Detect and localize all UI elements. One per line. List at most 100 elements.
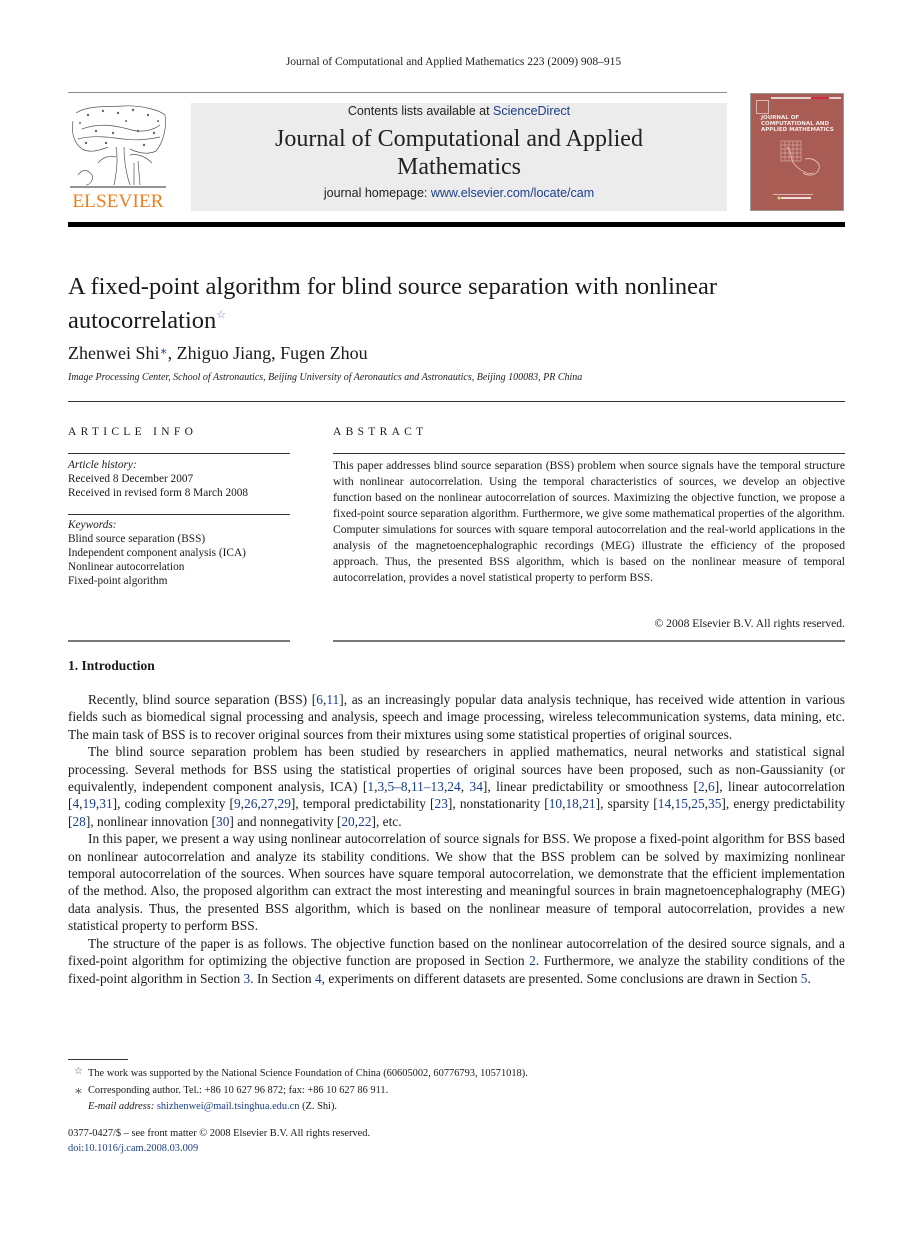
- journal-title: Journal of Computational and Applied Mat…: [191, 125, 727, 181]
- citation-link[interactable]: 2: [529, 953, 536, 968]
- citation-link[interactable]: 30: [216, 814, 229, 829]
- keywords-rule: [68, 514, 290, 515]
- footnotes: ☆ The work was supported by the National…: [68, 1066, 768, 1116]
- article-title-text: A fixed-point algorithm for blind source…: [68, 273, 718, 334]
- paragraph-text: ,: [460, 779, 470, 795]
- elsevier-tree-icon: [70, 105, 166, 188]
- email-suffix: (Z. Shi).: [299, 1101, 338, 1112]
- abstract-bottom-rule: [333, 640, 845, 642]
- introduction-body: Recently, blind source separation (BSS) …: [68, 691, 845, 987]
- footnote-rule: [68, 1059, 128, 1060]
- contents-line: Contents lists available at ScienceDirec…: [191, 104, 727, 118]
- footnote-star-icon: ☆: [74, 1066, 83, 1077]
- article-history: Article history: Received 8 December 200…: [68, 458, 248, 500]
- cover-publisher-icon: [756, 100, 769, 114]
- paragraph-text: Recently, blind source separation (BSS) …: [88, 692, 317, 707]
- citation-link[interactable]: 14: [658, 796, 671, 811]
- cover-top-bar: [771, 97, 841, 99]
- author-name: Zhiguo Jiang: [176, 343, 272, 363]
- journal-title-line-1: Journal of Computational and Applied: [275, 126, 643, 152]
- masthead-bottom-rule: [68, 222, 845, 227]
- cover-title: JOURNAL OF COMPUTATIONAL AND APPLIED MAT…: [761, 115, 834, 133]
- funding-text: The work was supported by the National S…: [88, 1068, 528, 1079]
- sciencedirect-link[interactable]: ScienceDirect: [493, 104, 570, 118]
- article-history-heading: Article history:: [68, 459, 137, 471]
- homepage-prefix: journal homepage:: [323, 186, 431, 200]
- title-footnote-star-icon[interactable]: ☆: [216, 309, 226, 321]
- journal-title-line-2: Mathematics: [397, 154, 521, 180]
- citation-link[interactable]: 6: [316, 692, 323, 707]
- email-footnote: E-mail address: shizhenwei@mail.tsinghua…: [68, 1099, 768, 1116]
- intro-paragraph: Recently, blind source separation (BSS) …: [68, 691, 845, 743]
- corresponding-text: Corresponding author. Tel.: +86 10 627 9…: [88, 1084, 389, 1096]
- citation-link[interactable]: 11–13: [411, 779, 444, 794]
- history-item: Received in revised form 8 March 2008: [68, 487, 249, 499]
- intro-paragraph: In this paper, we present a way using no…: [68, 830, 845, 934]
- citation-link[interactable]: 4: [315, 971, 322, 986]
- paragraph-text: ], nonstationarity [: [447, 796, 549, 812]
- article-title: A fixed-point algorithm for blind source…: [68, 272, 848, 335]
- corresponding-author-mark[interactable]: ∗: [160, 344, 168, 358]
- author-separator: ,: [271, 343, 281, 363]
- article-info-label: ARTICLE INFO: [68, 426, 198, 438]
- journal-homepage-link[interactable]: www.elsevier.com/locate/cam: [431, 186, 594, 200]
- paragraph-text: ], etc.: [371, 813, 402, 829]
- intro-paragraph: The blind source separation problem has …: [68, 743, 845, 830]
- running-head: Journal of Computational and Applied Mat…: [285, 56, 622, 68]
- citation-link[interactable]: 31: [99, 796, 112, 811]
- citation-link[interactable]: 5–8: [388, 779, 408, 794]
- keywords-block: Keywords: Blind source separation (BSS) …: [68, 518, 246, 588]
- author-list: Zhenwei Shi∗, Zhiguo Jiang, Fugen Zhou: [68, 343, 368, 364]
- author-affiliation: Image Processing Center, School of Astro…: [68, 372, 583, 383]
- citation-link[interactable]: 10: [549, 796, 562, 811]
- citation-link[interactable]: 34: [470, 779, 483, 794]
- citation-link[interactable]: 19: [83, 796, 96, 811]
- citation-link[interactable]: 23: [435, 796, 448, 811]
- author-name: Zhenwei Shi: [68, 343, 160, 363]
- elsevier-logo[interactable]: ELSEVIER: [68, 103, 168, 213]
- citation-link[interactable]: 6: [708, 779, 715, 794]
- front-matter: 0377-0427/$ – see front matter © 2008 El…: [68, 1126, 370, 1156]
- citation-link[interactable]: 28: [72, 814, 85, 829]
- citation-link[interactable]: 35: [708, 796, 721, 811]
- keyword-item: Blind source separation (BSS): [68, 533, 206, 545]
- abstract-text: This paper addresses blind source separa…: [333, 459, 845, 584]
- intro-paragraph: The structure of the paper is as follows…: [68, 935, 845, 987]
- cover-artwork-icon: [780, 140, 820, 176]
- paragraph-text: ], nonlinear innovation [: [85, 813, 217, 829]
- paragraph-text: , experiments on different datasets are …: [321, 970, 801, 986]
- keyword-item: Independent component analysis (ICA): [68, 547, 246, 559]
- abstract-copyright: © 2008 Elsevier B.V. All rights reserved…: [654, 617, 845, 630]
- citation-link[interactable]: 15: [675, 796, 688, 811]
- citation-link[interactable]: 29: [278, 796, 291, 811]
- email-link[interactable]: shizhenwei@mail.tsinghua.edu.cn: [157, 1101, 300, 1112]
- cover-sciencedirect-icon: [773, 194, 813, 200]
- email-label: E-mail address:: [88, 1101, 157, 1112]
- citation-link[interactable]: 21: [582, 796, 595, 811]
- keyword-item: Fixed-point algorithm: [68, 575, 168, 587]
- citation-link[interactable]: 25: [691, 796, 704, 811]
- contents-prefix: Contents lists available at: [347, 104, 494, 118]
- journal-cover-thumbnail[interactable]: JOURNAL OF COMPUTATIONAL AND APPLIED MAT…: [750, 93, 844, 211]
- paragraph-text: ] and nonnegativity [: [229, 813, 342, 829]
- citation-link[interactable]: 9: [234, 796, 241, 811]
- issn-line: 0377-0427/$ – see front matter © 2008 El…: [68, 1128, 371, 1139]
- citation-link[interactable]: 11: [326, 692, 339, 707]
- paragraph-text: ], sparsity [: [595, 796, 658, 812]
- cover-accent-bar: [811, 97, 829, 99]
- citation-link[interactable]: 18: [565, 796, 578, 811]
- paragraph-text: .: [807, 970, 811, 986]
- citation-link[interactable]: 2: [698, 779, 705, 794]
- author-name: Fugen Zhou: [280, 343, 368, 363]
- masthead-top-rule: [68, 92, 727, 93]
- citation-link[interactable]: 24: [447, 779, 460, 794]
- keywords-heading: Keywords:: [68, 519, 117, 531]
- citation-link[interactable]: 27: [261, 796, 274, 811]
- paragraph-text: . In Section: [250, 970, 315, 986]
- citation-link[interactable]: 26: [244, 796, 257, 811]
- citation-link[interactable]: 20: [341, 814, 354, 829]
- homepage-line: journal homepage: www.elsevier.com/locat…: [191, 186, 727, 200]
- footnote-asterisk-icon: ∗: [74, 1082, 83, 1098]
- doi-link[interactable]: doi:10.1016/j.cam.2008.03.009: [68, 1143, 198, 1154]
- citation-link[interactable]: 22: [358, 814, 371, 829]
